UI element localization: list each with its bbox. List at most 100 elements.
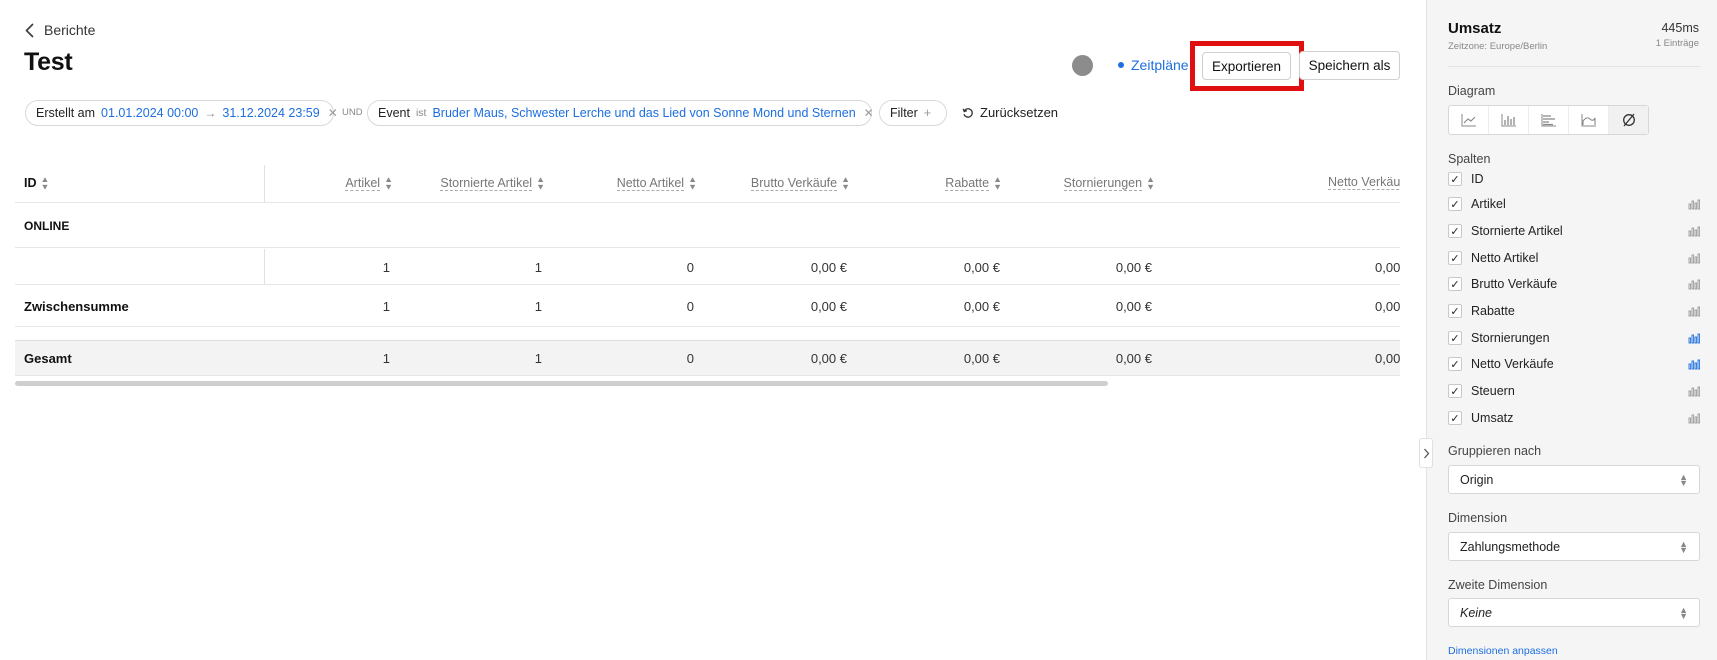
diagram-option-horizontal-bar[interactable] xyxy=(1529,106,1569,134)
column-header-id[interactable]: ID ▲ ▼ xyxy=(24,175,49,191)
columns-heading: Spalten xyxy=(1448,152,1491,166)
show-in-chart-icon[interactable] xyxy=(1688,306,1700,317)
show-in-chart-icon[interactable] xyxy=(1688,333,1700,344)
column-header-artikel[interactable]: Artikel ▲ ▼ xyxy=(345,175,393,191)
chevron-right-icon xyxy=(1423,448,1429,458)
column-checkbox[interactable]: ✓ xyxy=(1448,384,1462,398)
table-cell: 0,00 € xyxy=(810,299,847,314)
column-checkbox[interactable]: ✓ xyxy=(1448,172,1462,186)
group-by-select[interactable]: Origin ▲ ▼ xyxy=(1448,465,1700,494)
column-toggle[interactable]: ✓ Brutto Verkäufe xyxy=(1448,274,1700,294)
customize-dimensions-link[interactable]: Dimensionen anpassen xyxy=(1448,645,1558,657)
reset-icon xyxy=(962,107,973,118)
table-cell: 0,00 xyxy=(1375,351,1400,366)
query-duration: 445ms xyxy=(1661,21,1699,35)
sort-icon: ▲ ▼ xyxy=(993,174,1002,192)
event-filter-label: Event xyxy=(378,106,410,120)
timezone-label: Zeitzone: Europe/Berlin xyxy=(1448,41,1548,52)
column-checkbox[interactable]: ✓ xyxy=(1448,251,1462,265)
area-chart-icon xyxy=(1581,114,1596,127)
column-checkbox[interactable]: ✓ xyxy=(1448,277,1462,291)
table-cell: 1 xyxy=(382,351,390,366)
column-checkbox[interactable]: ✓ xyxy=(1448,357,1462,371)
table-cell: 0,00 € xyxy=(963,351,1000,366)
diagram-option-none[interactable] xyxy=(1609,106,1648,134)
show-in-chart-icon[interactable] xyxy=(1688,226,1700,237)
column-toggle-label: Brutto Verkäufe xyxy=(1471,277,1558,291)
column-toggle-label: Rabatte xyxy=(1471,304,1515,318)
second-dimension-select[interactable]: Keine ▲ ▼ xyxy=(1448,598,1700,627)
created-filter-label: Erstellt am xyxy=(36,106,96,120)
diagram-option-bar[interactable] xyxy=(1489,106,1529,134)
report-main: Berichte Test Zeitpläne Exportieren Spei… xyxy=(0,0,1426,660)
schedules-link[interactable]: Zeitpläne xyxy=(1118,57,1189,73)
show-in-chart-icon[interactable] xyxy=(1688,199,1700,210)
subtotal-label: Zwischensumme xyxy=(24,299,129,314)
column-toggle[interactable]: ✓ Rabatte xyxy=(1448,301,1700,321)
collapse-sidebar-button[interactable] xyxy=(1419,438,1433,468)
column-toggle-label: Artikel xyxy=(1471,197,1506,211)
table-row: 1 1 0 0,00 € 0,00 € 0,00 € 0,00 xyxy=(15,249,1400,285)
reset-button[interactable]: Zurücksetzen xyxy=(962,105,1058,120)
column-toggle[interactable]: ✓ Stornierte Artikel xyxy=(1448,221,1700,241)
column-header-stornierte-artikel[interactable]: Stornierte Artikel ▲ ▼ xyxy=(440,175,545,191)
dimension-select[interactable]: Zahlungsmethode ▲ ▼ xyxy=(1448,532,1700,561)
show-in-chart-icon[interactable] xyxy=(1688,359,1700,370)
group-by-value: Origin xyxy=(1460,472,1494,487)
close-icon[interactable]: ✕ xyxy=(328,106,338,120)
column-toggle[interactable]: ✓ Umsatz xyxy=(1448,408,1700,428)
column-toggle[interactable]: ✓ Steuern xyxy=(1448,381,1700,401)
show-in-chart-icon[interactable] xyxy=(1688,386,1700,397)
column-checkbox[interactable]: ✓ xyxy=(1448,224,1462,238)
show-in-chart-icon[interactable] xyxy=(1688,253,1700,264)
column-checkbox[interactable]: ✓ xyxy=(1448,304,1462,318)
column-toggle[interactable]: ✓ Netto Artikel xyxy=(1448,248,1700,268)
group-by-heading: Gruppieren nach xyxy=(1448,444,1542,458)
table-cell: 1 xyxy=(534,260,542,275)
table-cell: 1 xyxy=(534,299,542,314)
column-checkbox[interactable]: ✓ xyxy=(1448,197,1462,211)
sidebar-divider xyxy=(1448,66,1700,67)
column-checkbox[interactable]: ✓ xyxy=(1448,331,1462,345)
column-toggle[interactable]: ✓ Artikel xyxy=(1448,194,1700,214)
dimension-value: Zahlungsmethode xyxy=(1460,539,1561,554)
column-header-netto-artikel[interactable]: Netto Artikel ▲ ▼ xyxy=(616,174,697,192)
diagram-option-area[interactable] xyxy=(1569,106,1609,134)
close-icon[interactable]: ✕ xyxy=(864,106,874,120)
column-checkbox[interactable]: ✓ xyxy=(1448,411,1462,425)
table-cell: 0,00 € xyxy=(810,260,847,275)
sort-icon: ▲ ▼ xyxy=(688,174,697,192)
column-toggle-label: Netto Artikel xyxy=(1471,251,1539,265)
column-header-label: ID xyxy=(24,176,37,190)
line-chart-icon xyxy=(1461,114,1476,127)
save-as-button[interactable]: Speichern als xyxy=(1299,51,1400,80)
table-header: ID ▲ ▼ Artikel ▲ ▼ Stornierte Artikel ▲ ▼ Net… xyxy=(15,165,1400,203)
total-row: Gesamt 1 1 0 0,00 € 0,00 € 0,00 € 0,00 xyxy=(15,340,1400,376)
column-header-brutto-verkaeufe[interactable]: Brutto Verkäufe ▲ ▼ xyxy=(750,175,850,191)
table-cell: 0 xyxy=(686,351,694,366)
column-divider xyxy=(264,165,265,203)
column-toggle-label: Umsatz xyxy=(1471,411,1514,425)
column-header-stornierungen[interactable]: Stornierungen ▲ ▼ xyxy=(1063,175,1155,191)
export-button[interactable]: Exportieren xyxy=(1202,52,1291,80)
column-header-netto-verkaeufe[interactable]: Netto Verkäuf xyxy=(1328,175,1400,190)
column-toggle[interactable]: ✓ Netto Verkäufe xyxy=(1448,354,1700,374)
back-to-reports[interactable]: Berichte xyxy=(24,22,95,38)
event-filter-operator: ist xyxy=(415,107,427,119)
chevron-updown-icon: ▲ ▼ xyxy=(1679,604,1688,621)
horizontal-scrollbar[interactable] xyxy=(15,381,1108,386)
reset-label: Zurücksetzen xyxy=(980,105,1059,120)
add-filter-button[interactable]: Filter + xyxy=(879,100,947,126)
column-toggle[interactable]: ✓ ID xyxy=(1448,169,1700,189)
diagram-option-line[interactable] xyxy=(1449,106,1489,134)
created-filter-chip[interactable]: Erstellt am 01.01.2024 00:00 → 31.12.202… xyxy=(25,100,338,126)
table-cell: 1 xyxy=(534,351,542,366)
column-toggle[interactable]: ✓ Stornierungen xyxy=(1448,328,1700,348)
column-header-rabatte[interactable]: Rabatte ▲ ▼ xyxy=(945,175,1002,191)
event-filter-chip[interactable]: Event ist Bruder Maus, Schwester Lerche … xyxy=(367,100,874,126)
column-toggle-label: Stornierte Artikel xyxy=(1471,224,1563,238)
bar-chart-icon xyxy=(1501,114,1516,127)
show-in-chart-icon[interactable] xyxy=(1688,279,1700,290)
column-header-label: Stornierte Artikel xyxy=(440,175,533,191)
show-in-chart-icon[interactable] xyxy=(1688,413,1700,424)
